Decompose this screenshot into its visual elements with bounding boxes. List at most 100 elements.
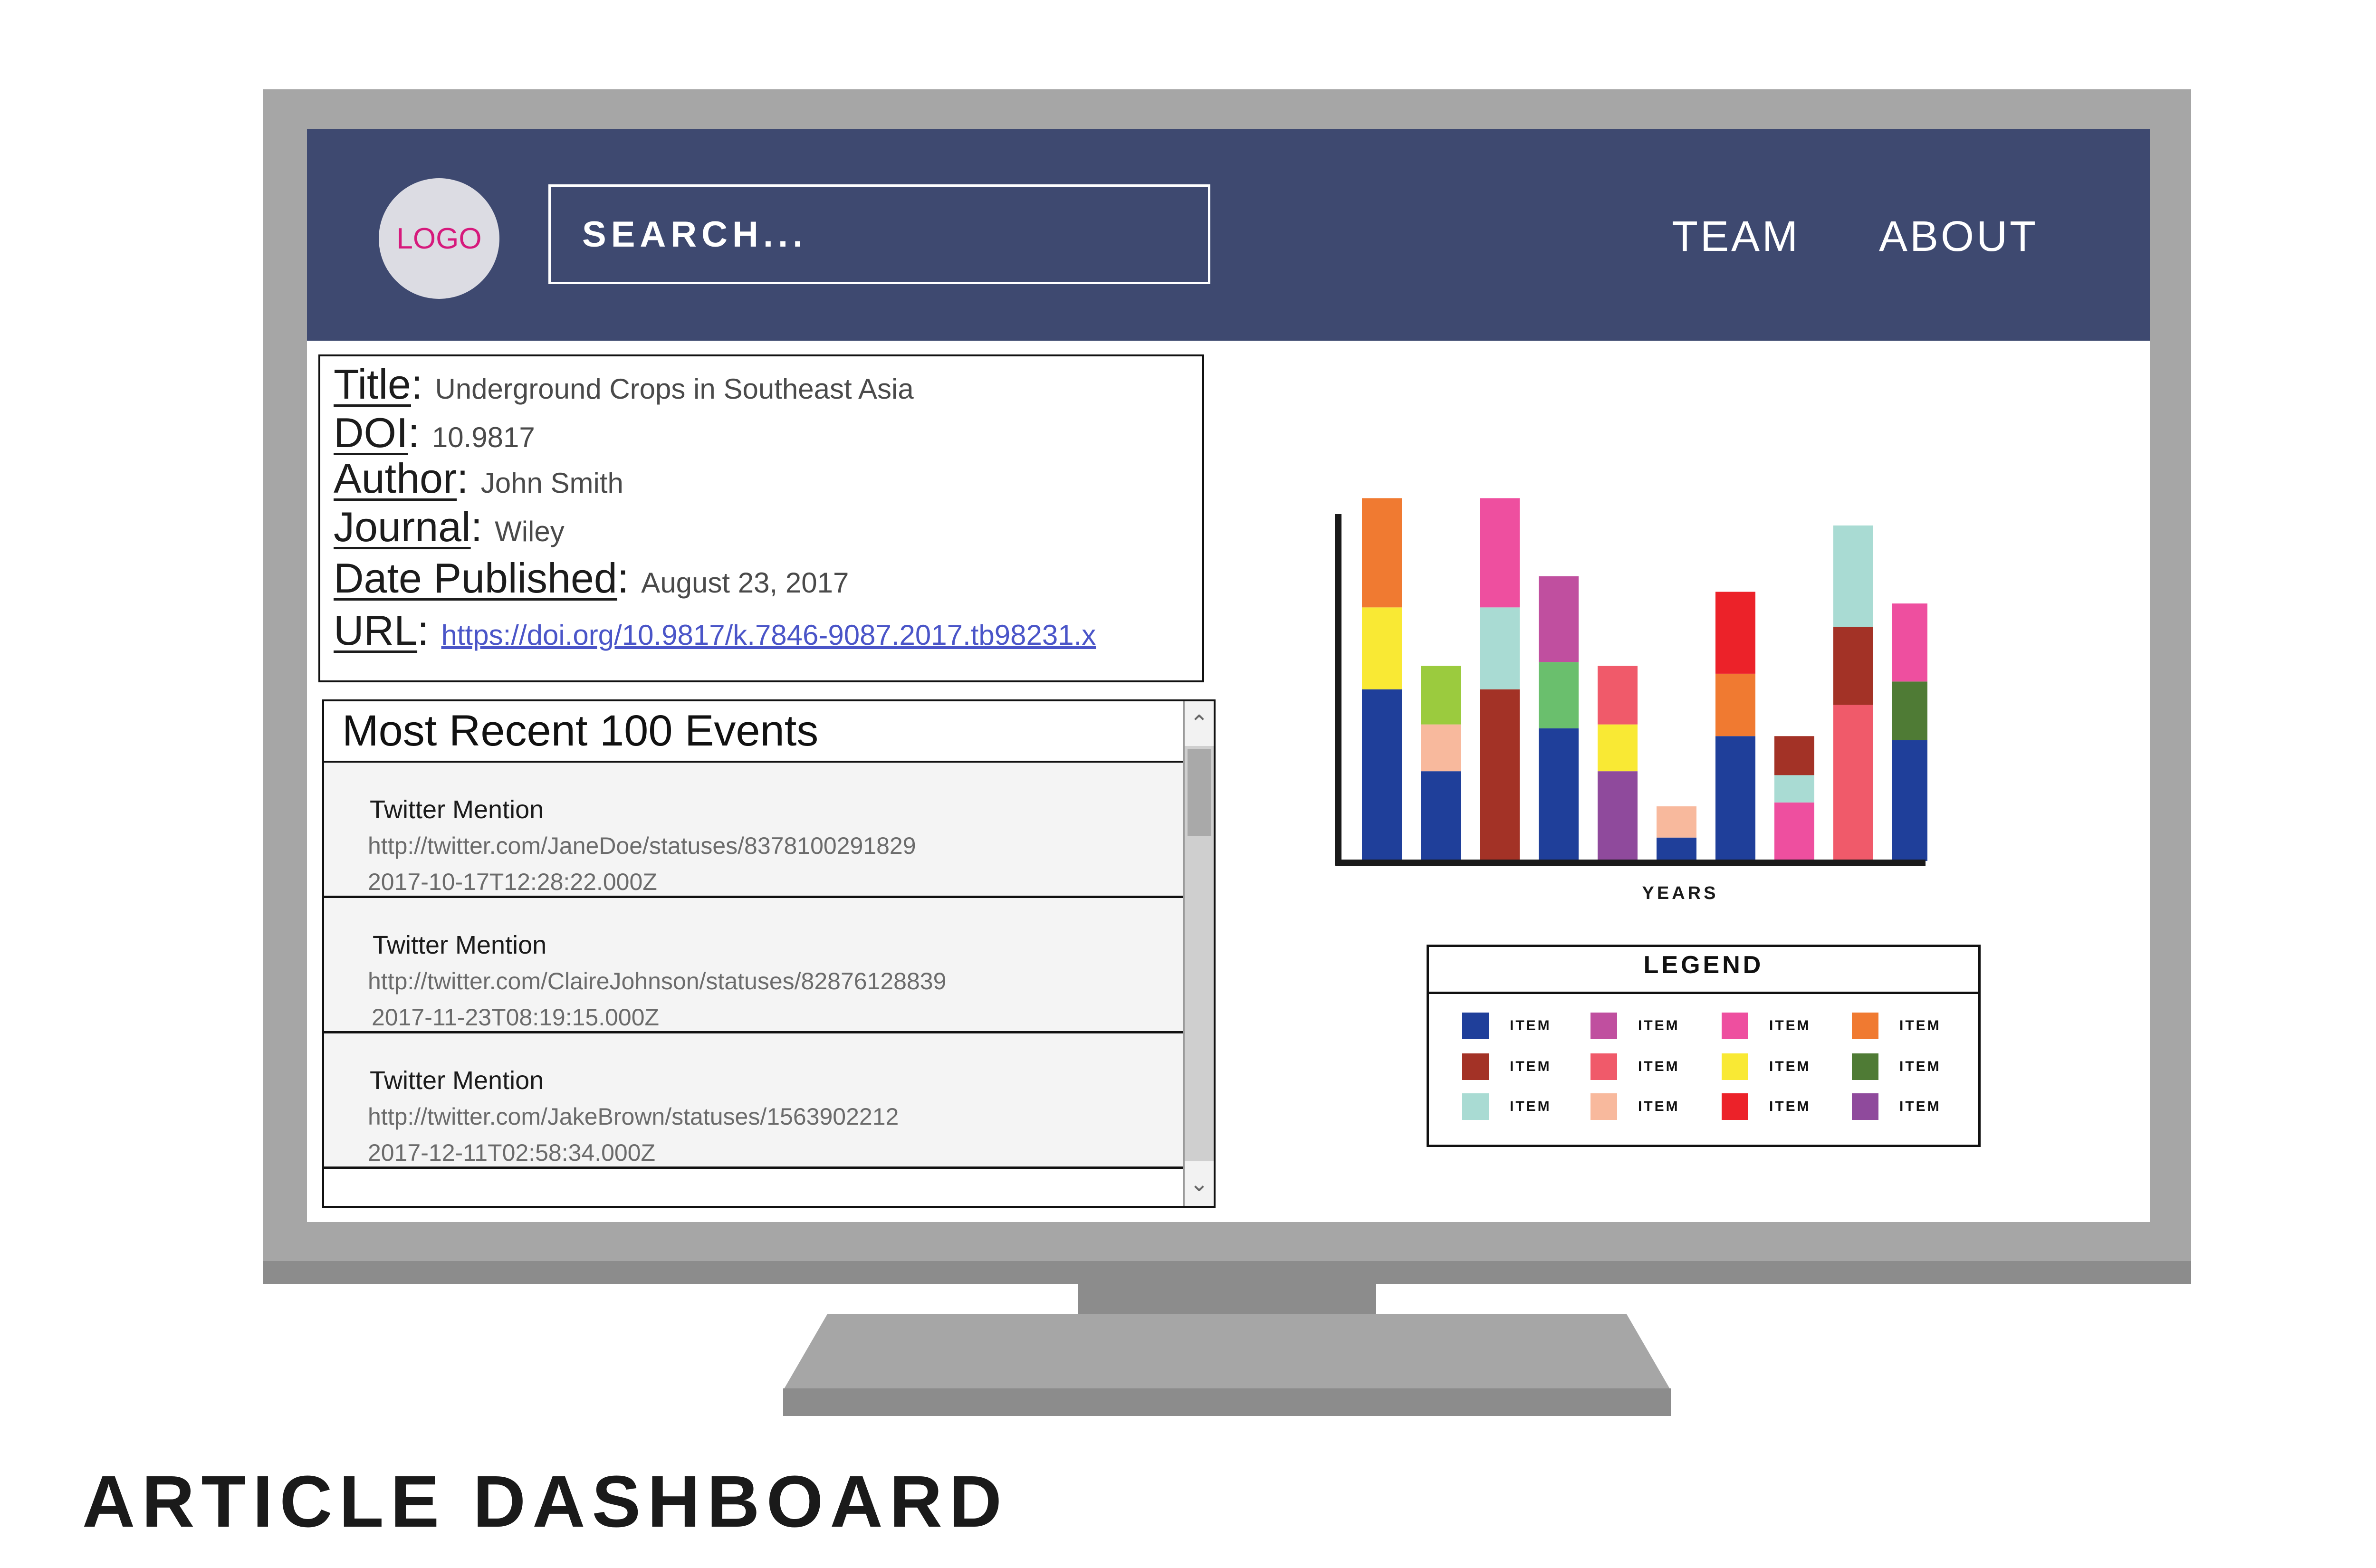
bar-stack-1	[1362, 498, 1402, 861]
bar-segment[interactable]	[1774, 802, 1814, 861]
bar-stack-8	[1774, 736, 1814, 861]
bar-segment[interactable]	[1421, 771, 1461, 861]
event-type: Twitter Mention	[373, 931, 547, 959]
event-timestamp: 2017-11-23T08:19:15.000Z	[372, 1004, 660, 1031]
bar-segment[interactable]	[1774, 775, 1814, 803]
bar-segment[interactable]	[1833, 525, 1873, 627]
author-colon: :	[457, 455, 469, 502]
meta-row-date: Date Published: August 23, 2017	[334, 554, 849, 602]
legend-label: ITEM	[1510, 1059, 1552, 1074]
legend-label: ITEM	[1638, 1099, 1680, 1114]
scroll-up-button[interactable]: ⌃	[1185, 701, 1214, 746]
bar-stack-7	[1715, 592, 1755, 861]
bar-segment[interactable]	[1539, 662, 1579, 728]
bar-segment[interactable]	[1833, 627, 1873, 705]
event-item[interactable]: Twitter Mention http://twitter.com/JakeB…	[324, 1033, 1183, 1169]
screen: LOGO SEARCH... TEAM ABOUT Title: Undergro…	[307, 129, 2150, 1222]
bar-segment[interactable]	[1480, 607, 1520, 689]
meta-row-author: Author: John Smith	[334, 454, 623, 503]
legend-item: ITEM	[1852, 1053, 1941, 1080]
legend-swatch	[1590, 1013, 1617, 1039]
legend-item: ITEM	[1852, 1013, 1941, 1039]
legend-item: ITEM	[1722, 1053, 1811, 1080]
bar-segment[interactable]	[1598, 666, 1638, 725]
monitor-bottom-trim	[263, 1261, 2191, 1284]
bar-segment[interactable]	[1480, 498, 1520, 608]
legend-item: ITEM	[1590, 1093, 1680, 1120]
legend-swatch	[1462, 1013, 1489, 1039]
bar-segment[interactable]	[1539, 576, 1579, 662]
events-scrollbar[interactable]: ⌃ ⌄	[1183, 701, 1214, 1206]
bar-segment[interactable]	[1598, 771, 1638, 861]
date-colon: :	[617, 555, 629, 602]
bar-segment[interactable]	[1657, 806, 1696, 838]
bar-segment[interactable]	[1892, 681, 1927, 740]
legend-label: ITEM	[1899, 1018, 1941, 1033]
bar-segment[interactable]	[1362, 607, 1402, 689]
events-title: Most Recent 100 Events	[342, 707, 819, 755]
stacked-bar-chart: YEARS	[1335, 498, 1927, 903]
event-item[interactable]: Twitter Mention http://twitter.com/JaneD…	[324, 763, 1183, 898]
bar-stack-3	[1480, 498, 1520, 861]
title-label: Title	[334, 361, 411, 408]
bar-segment[interactable]	[1480, 689, 1520, 861]
bar-segment[interactable]	[1598, 724, 1638, 772]
navbar: LOGO SEARCH... TEAM ABOUT	[307, 129, 2150, 341]
legend-label: ITEM	[1638, 1018, 1680, 1033]
event-url[interactable]: http://twitter.com/JakeBrown/statuses/15…	[368, 1103, 899, 1130]
chart-legend: LEGEND ITEM ITEM ITEM ITEM ITEM ITEM ITEM ITEM I…	[1427, 945, 1981, 1147]
title-colon: :	[411, 361, 423, 408]
bar-segment[interactable]	[1539, 728, 1579, 861]
bar-segment[interactable]	[1774, 736, 1814, 775]
event-url[interactable]: http://twitter.com/JaneDoe/statuses/8378…	[368, 832, 916, 860]
journal-label: Journal	[334, 503, 471, 550]
bar-stack-6	[1657, 806, 1696, 861]
legend-item: ITEM	[1590, 1013, 1680, 1039]
bar-stack-9	[1833, 525, 1873, 861]
bar-stack-10	[1892, 603, 1927, 861]
url-label: URL	[334, 607, 418, 654]
legend-swatch	[1590, 1053, 1617, 1080]
search-placeholder: SEARCH...	[582, 214, 808, 255]
legend-item: ITEM	[1462, 1053, 1552, 1080]
meta-row-url: URL: https://doi.org/10.9817/k.7846-9087.…	[334, 606, 1096, 655]
bar-segment[interactable]	[1421, 666, 1461, 725]
bar-segment[interactable]	[1892, 740, 1927, 861]
bar-segment[interactable]	[1421, 724, 1461, 772]
chevron-down-icon: ⌄	[1189, 1171, 1209, 1196]
url-link[interactable]: https://doi.org/10.9817/k.7846-9087.2017…	[441, 619, 1096, 651]
journal-value: Wiley	[495, 516, 565, 547]
legend-swatch	[1852, 1053, 1878, 1080]
page-caption: ARTICLE DASHBOARD	[82, 1461, 1009, 1542]
article-metadata-panel: Title: Underground Crops in Southeast Asi…	[318, 354, 1204, 682]
journal-colon: :	[470, 503, 483, 550]
bar-segment[interactable]	[1892, 603, 1927, 682]
meta-row-journal: Journal: Wiley	[334, 503, 565, 551]
event-item[interactable]: Twitter Mention http://twitter.com/Clair…	[324, 898, 1183, 1033]
event-type: Twitter Mention	[370, 1066, 544, 1095]
scroll-down-button[interactable]: ⌄	[1185, 1161, 1214, 1206]
bar-segment[interactable]	[1657, 837, 1696, 861]
legend-label: ITEM	[1769, 1018, 1811, 1033]
scrollbar-thumb[interactable]	[1188, 749, 1211, 836]
author-label: Author	[334, 455, 457, 502]
logo[interactable]: LOGO	[379, 178, 499, 299]
bar-segment[interactable]	[1833, 705, 1873, 861]
legend-label: ITEM	[1899, 1099, 1941, 1114]
bar-segment[interactable]	[1362, 689, 1402, 861]
legend-item: ITEM	[1590, 1053, 1680, 1080]
event-url[interactable]: http://twitter.com/ClaireJohnson/statuse…	[368, 967, 946, 995]
event-type: Twitter Mention	[370, 795, 544, 824]
bar-segment[interactable]	[1715, 592, 1755, 674]
bar-segment[interactable]	[1715, 736, 1755, 861]
meta-row-title: Title: Underground Crops in Southeast Asi…	[334, 360, 914, 409]
nav-link-about[interactable]: ABOUT	[1879, 212, 2038, 261]
legend-label: ITEM	[1638, 1059, 1680, 1074]
bar-segment[interactable]	[1715, 673, 1755, 736]
doi-value: 10.9817	[431, 421, 535, 453]
legend-item: ITEM	[1852, 1093, 1941, 1120]
legend-label: ITEM	[1769, 1059, 1811, 1074]
search-input[interactable]: SEARCH...	[548, 184, 1210, 284]
nav-link-team[interactable]: TEAM	[1672, 212, 1800, 261]
bar-segment[interactable]	[1362, 498, 1402, 608]
